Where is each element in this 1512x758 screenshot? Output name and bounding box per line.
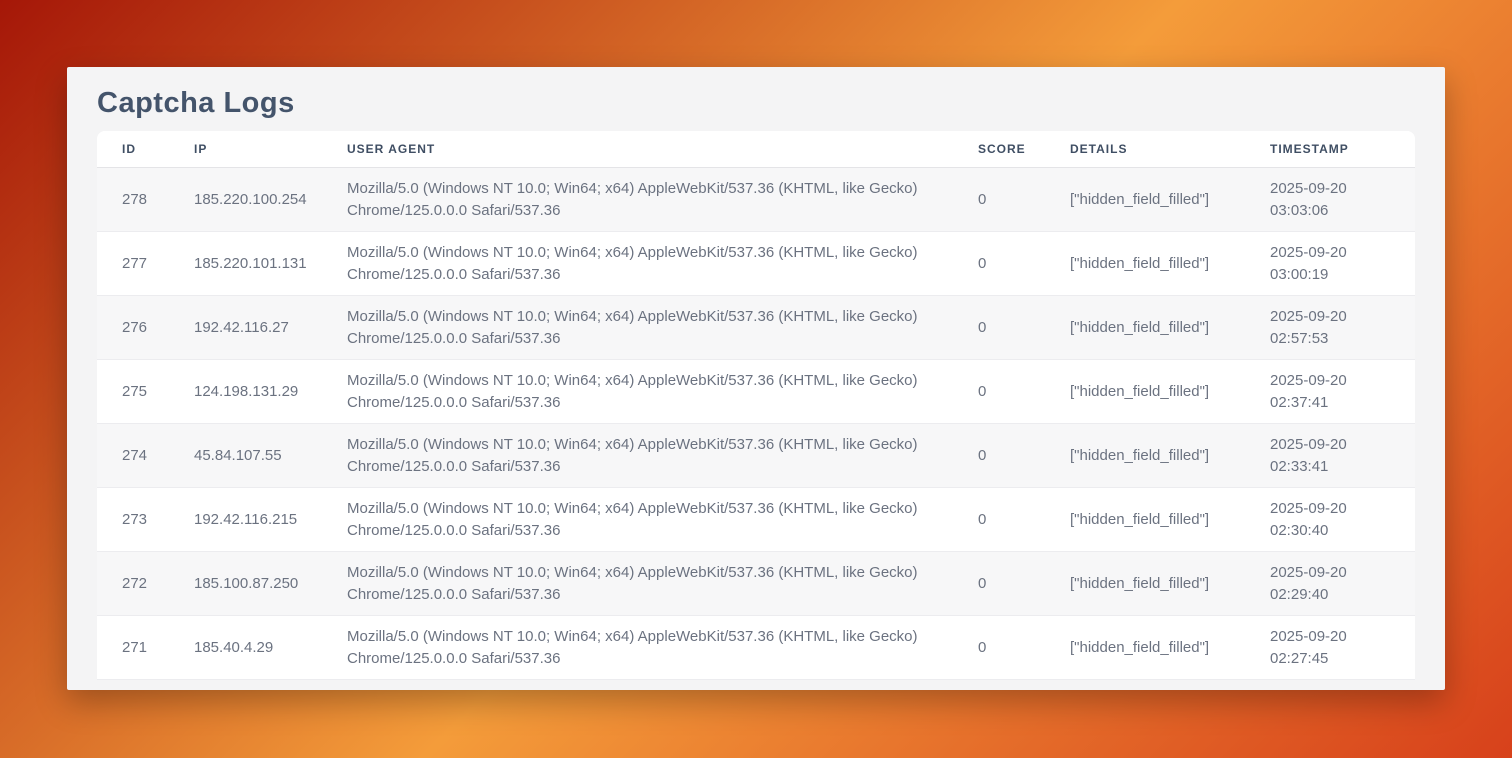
cell-score: 0 <box>978 488 1070 552</box>
cell-ip: 185.100.87.250 <box>194 552 347 616</box>
cell-score: 0 <box>978 552 1070 616</box>
cell-details: ["hidden_field_filled"] <box>1070 232 1270 296</box>
table-row: 274 45.84.107.55 Mozilla/5.0 (Windows NT… <box>97 424 1415 488</box>
cell-score: 0 <box>978 232 1070 296</box>
cell-ip: 192.42.116.215 <box>194 488 347 552</box>
table-body: 278 185.220.100.254 Mozilla/5.0 (Windows… <box>97 168 1415 680</box>
cell-ip: 124.198.131.29 <box>194 360 347 424</box>
table-row: 271 185.40.4.29 Mozilla/5.0 (Windows NT … <box>97 616 1415 680</box>
cell-score: 0 <box>978 616 1070 680</box>
cell-user-agent: Mozilla/5.0 (Windows NT 10.0; Win64; x64… <box>347 552 978 616</box>
table-row: 277 185.220.101.131 Mozilla/5.0 (Windows… <box>97 232 1415 296</box>
cell-score: 0 <box>978 424 1070 488</box>
cell-id: 277 <box>97 232 194 296</box>
cell-id: 272 <box>97 552 194 616</box>
cell-score: 0 <box>978 360 1070 424</box>
cell-ip: 45.84.107.55 <box>194 424 347 488</box>
cell-details: ["hidden_field_filled"] <box>1070 168 1270 232</box>
cell-details: ["hidden_field_filled"] <box>1070 488 1270 552</box>
page-title: Captcha Logs <box>97 82 1415 124</box>
table-row: 278 185.220.100.254 Mozilla/5.0 (Windows… <box>97 168 1415 232</box>
cell-details: ["hidden_field_filled"] <box>1070 360 1270 424</box>
table-header-row: ID IP USER AGENT SCORE DETAILS TIMESTAMP <box>97 131 1415 168</box>
column-header-user-agent: USER AGENT <box>347 131 978 168</box>
cell-timestamp: 2025-09-20 02:37:41 <box>1270 360 1415 424</box>
column-header-ip: IP <box>194 131 347 168</box>
column-header-details: DETAILS <box>1070 131 1270 168</box>
logs-table-container: ID IP USER AGENT SCORE DETAILS TIMESTAMP… <box>97 131 1415 680</box>
cell-timestamp: 2025-09-20 02:33:41 <box>1270 424 1415 488</box>
cell-id: 275 <box>97 360 194 424</box>
column-header-id: ID <box>97 131 194 168</box>
table-row: 276 192.42.116.27 Mozilla/5.0 (Windows N… <box>97 296 1415 360</box>
cell-id: 276 <box>97 296 194 360</box>
cell-id: 274 <box>97 424 194 488</box>
cell-ip: 185.220.101.131 <box>194 232 347 296</box>
cell-details: ["hidden_field_filled"] <box>1070 616 1270 680</box>
cell-ip: 185.40.4.29 <box>194 616 347 680</box>
logs-table: ID IP USER AGENT SCORE DETAILS TIMESTAMP… <box>97 131 1415 680</box>
table-row: 275 124.198.131.29 Mozilla/5.0 (Windows … <box>97 360 1415 424</box>
cell-user-agent: Mozilla/5.0 (Windows NT 10.0; Win64; x64… <box>347 616 978 680</box>
cell-ip: 185.220.100.254 <box>194 168 347 232</box>
cell-id: 273 <box>97 488 194 552</box>
table-row: 273 192.42.116.215 Mozilla/5.0 (Windows … <box>97 488 1415 552</box>
cell-timestamp: 2025-09-20 02:27:45 <box>1270 616 1415 680</box>
cell-user-agent: Mozilla/5.0 (Windows NT 10.0; Win64; x64… <box>347 488 978 552</box>
cell-user-agent: Mozilla/5.0 (Windows NT 10.0; Win64; x64… <box>347 232 978 296</box>
cell-timestamp: 2025-09-20 03:00:19 <box>1270 232 1415 296</box>
cell-timestamp: 2025-09-20 03:03:06 <box>1270 168 1415 232</box>
cell-details: ["hidden_field_filled"] <box>1070 296 1270 360</box>
cell-id: 278 <box>97 168 194 232</box>
column-header-timestamp: TIMESTAMP <box>1270 131 1415 168</box>
cell-timestamp: 2025-09-20 02:57:53 <box>1270 296 1415 360</box>
captcha-logs-card: Captcha Logs ID IP USER AGENT SCORE DETA… <box>67 67 1445 690</box>
cell-details: ["hidden_field_filled"] <box>1070 424 1270 488</box>
cell-ip: 192.42.116.27 <box>194 296 347 360</box>
cell-score: 0 <box>978 296 1070 360</box>
cell-score: 0 <box>978 168 1070 232</box>
cell-timestamp: 2025-09-20 02:29:40 <box>1270 552 1415 616</box>
cell-timestamp: 2025-09-20 02:30:40 <box>1270 488 1415 552</box>
cell-user-agent: Mozilla/5.0 (Windows NT 10.0; Win64; x64… <box>347 296 978 360</box>
cell-id: 271 <box>97 616 194 680</box>
column-header-score: SCORE <box>978 131 1070 168</box>
table-row: 272 185.100.87.250 Mozilla/5.0 (Windows … <box>97 552 1415 616</box>
cell-details: ["hidden_field_filled"] <box>1070 552 1270 616</box>
cell-user-agent: Mozilla/5.0 (Windows NT 10.0; Win64; x64… <box>347 424 978 488</box>
cell-user-agent: Mozilla/5.0 (Windows NT 10.0; Win64; x64… <box>347 360 978 424</box>
cell-user-agent: Mozilla/5.0 (Windows NT 10.0; Win64; x64… <box>347 168 978 232</box>
